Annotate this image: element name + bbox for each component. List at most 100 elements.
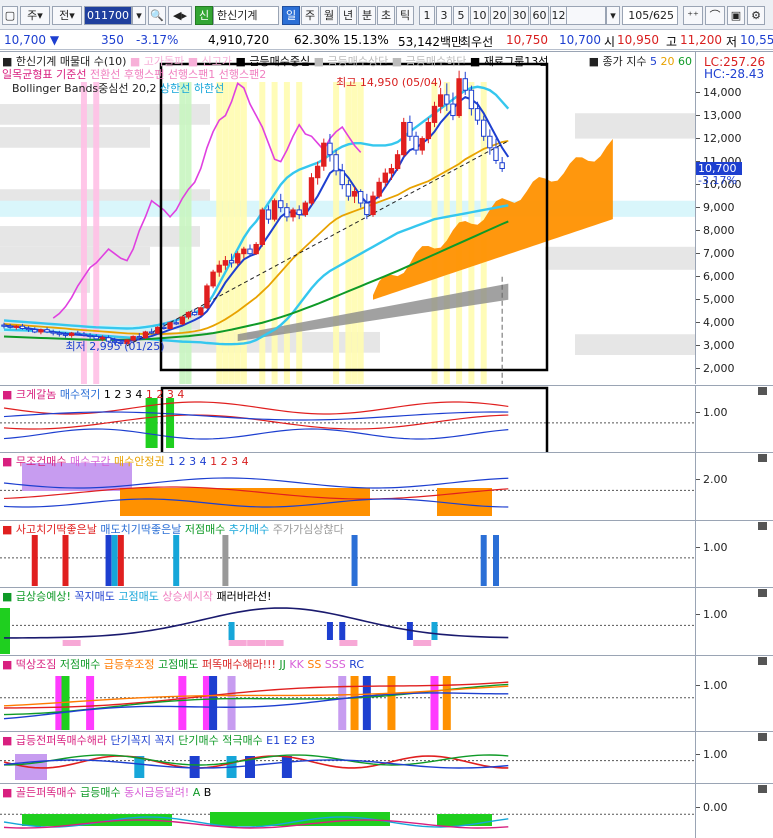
crosshair-icon[interactable]: ⁺⁺: [683, 6, 703, 25]
period-tab-1[interactable]: 주: [301, 6, 319, 25]
save-icon[interactable]: ▣: [727, 6, 745, 25]
period-tab-6[interactable]: 틱: [396, 6, 414, 25]
indicator-title-item: 동시급등달려!: [120, 786, 190, 799]
indicator-axis-7: 0.00: [695, 784, 773, 838]
candle: [456, 70, 462, 118]
panel-minimize-icon[interactable]: [758, 589, 767, 597]
candle: [167, 321, 173, 330]
zone-green: [210, 812, 390, 826]
period-tab-4[interactable]: 분: [358, 6, 376, 25]
legend-line3-6: ■ 재료그룹13선: [469, 55, 549, 68]
interval-tab-60[interactable]: 60: [530, 6, 549, 25]
price-chart-svg[interactable]: 최고 14,950 (05/04) 최저 2,995 (01/25): [0, 52, 695, 384]
indicator-panel-7[interactable]: 0.00 ■ 골든퍼똑매수 급등매수 동시급등달려! A B: [0, 783, 773, 838]
signal-bar: [430, 676, 439, 730]
indicator-title-item: 적극매수: [218, 734, 263, 747]
best-bid: 10,700: [559, 33, 601, 47]
indicator-title-7: ■ 골든퍼똑매수 급등매수 동시급등달려! A B: [2, 784, 211, 800]
indicator-scale-label: 0.00: [696, 800, 728, 814]
draw-tool-icon[interactable]: ⌒: [705, 6, 725, 25]
candle-body: [198, 307, 204, 316]
period-tab-5[interactable]: 초: [377, 6, 395, 25]
candle: [314, 161, 321, 185]
price-change: 350: [101, 33, 124, 47]
indicator-title-item: 매수구간: [66, 455, 111, 468]
legend-ma-0: ■ 종가 지수: [588, 55, 647, 68]
indicator-title-item: ■ 골든퍼똑매수: [2, 786, 77, 799]
interval-tab-1[interactable]: 1: [419, 6, 435, 25]
panel-minimize-icon[interactable]: [758, 522, 767, 530]
indicator-title-item: 추가매수: [225, 523, 270, 536]
candle-body: [487, 135, 493, 149]
current-price-value: 10,700: [4, 33, 46, 47]
indicator-title-item: 3: [227, 455, 239, 468]
signal-band: [351, 82, 358, 384]
indicator-panel-6[interactable]: 1.00 ■ 급등전퍼똑매수해라 단기꼭지 꼭지 단기매수 적극매수 E1 E2 …: [0, 731, 773, 783]
signal-band: [345, 82, 352, 384]
interval-dropdown-icon[interactable]: ▾: [606, 6, 620, 25]
indicator-title-item: 1: [164, 455, 176, 468]
interval-tab-20[interactable]: 20: [490, 6, 509, 25]
candle-body: [167, 322, 173, 330]
price-tick-label: 3,000: [696, 338, 735, 352]
prev-select[interactable]: 전▾: [52, 6, 82, 25]
candle: [407, 115, 413, 141]
candle: [271, 198, 278, 222]
stock-code-input[interactable]: 011700: [84, 6, 132, 25]
indicator-panel-1[interactable]: 1.00 ■ 크게갈놈 매수적기 1 2 3 4 1 2 3 4: [0, 385, 773, 452]
high-label: 고: [666, 35, 678, 49]
indicator-panel-4[interactable]: 1.00 ■ 급상승예상! 꼭지매도 고점매도 상승세시작 패러바라선!: [0, 587, 773, 655]
candle-body: [75, 332, 81, 335]
indicator-title-item: 저점매수: [181, 523, 226, 536]
signal-band: [443, 82, 450, 384]
candle-body: [394, 154, 401, 170]
gear-icon[interactable]: ⚙: [747, 6, 765, 25]
market-select[interactable]: 주▾: [20, 6, 50, 25]
candle-body: [247, 248, 253, 255]
indicator-scale-label: 1.00: [696, 747, 728, 761]
candle-body: [25, 328, 32, 331]
candle-body: [210, 271, 216, 287]
signal-bar: [62, 640, 81, 646]
search-icon[interactable]: 🔍: [148, 6, 166, 25]
price-axis: LC:257.26 HC:-28.43 2,000 3,000 4,000 5,000…: [695, 52, 773, 384]
indicator-panel-2[interactable]: 2.00 ■ 무조건매수 매수구간 매수안정권 1 2 3 4 1 2 3 4: [0, 452, 773, 520]
max-price-label: 최고 14,950 (05/04): [336, 76, 442, 89]
interval-tab-3[interactable]: 3: [436, 6, 452, 25]
candle: [339, 163, 345, 190]
panel-minimize-icon[interactable]: [758, 454, 767, 462]
turnover: 15.13%: [343, 33, 389, 47]
period-tab-2[interactable]: 월: [320, 6, 338, 25]
volume-profile-bar: [0, 127, 150, 148]
indicator-title-item: 급등후조정: [100, 658, 155, 671]
panel-toggle-icon[interactable]: ▢: [2, 6, 18, 25]
interval-tab-5[interactable]: 5: [453, 6, 469, 25]
candle-body: [345, 184, 352, 197]
interval-input[interactable]: [566, 6, 606, 25]
indicator-scale-label: 2.00: [696, 473, 728, 487]
indicator-panel-5[interactable]: 1.00 ■ 떡상조짐 저점매수 급등후조정 고점매도 퍼똑매수해라!!! JJ …: [0, 655, 773, 731]
candle-body: [253, 243, 259, 255]
interval-tab-10[interactable]: 10: [470, 6, 489, 25]
shin-button[interactable]: 신: [195, 6, 213, 25]
indicator-title-item: 2: [217, 455, 228, 468]
candle: [493, 138, 499, 164]
panel-minimize-icon[interactable]: [758, 733, 767, 741]
sound-icon[interactable]: ◀▸: [168, 6, 192, 25]
period-tab-0[interactable]: 일: [282, 6, 300, 25]
indicator-title-item: B: [200, 786, 212, 799]
signal-bar: [117, 535, 124, 586]
candle-body: [450, 103, 456, 117]
signal-bar: [339, 622, 346, 640]
code-dropdown-icon[interactable]: ▾: [132, 6, 146, 25]
panel-minimize-icon[interactable]: [758, 387, 767, 395]
panel-minimize-icon[interactable]: [758, 785, 767, 793]
candle-body: [87, 334, 93, 338]
period-tab-3[interactable]: 년: [339, 6, 357, 25]
candle-body: [148, 331, 155, 334]
panel-minimize-icon[interactable]: [758, 657, 767, 665]
indicator-panel-3[interactable]: 1.00 ■ 사고치기딱좋은날 매도치기딱좋은날 저점매수 추가매수 주가가심상찮…: [0, 520, 773, 587]
interval-tab-30[interactable]: 30: [510, 6, 529, 25]
line-b: [3, 414, 509, 430]
price-chart-panel[interactable]: 최고 14,950 (05/04) 최저 2,995 (01/25) LC:257…: [0, 51, 773, 384]
